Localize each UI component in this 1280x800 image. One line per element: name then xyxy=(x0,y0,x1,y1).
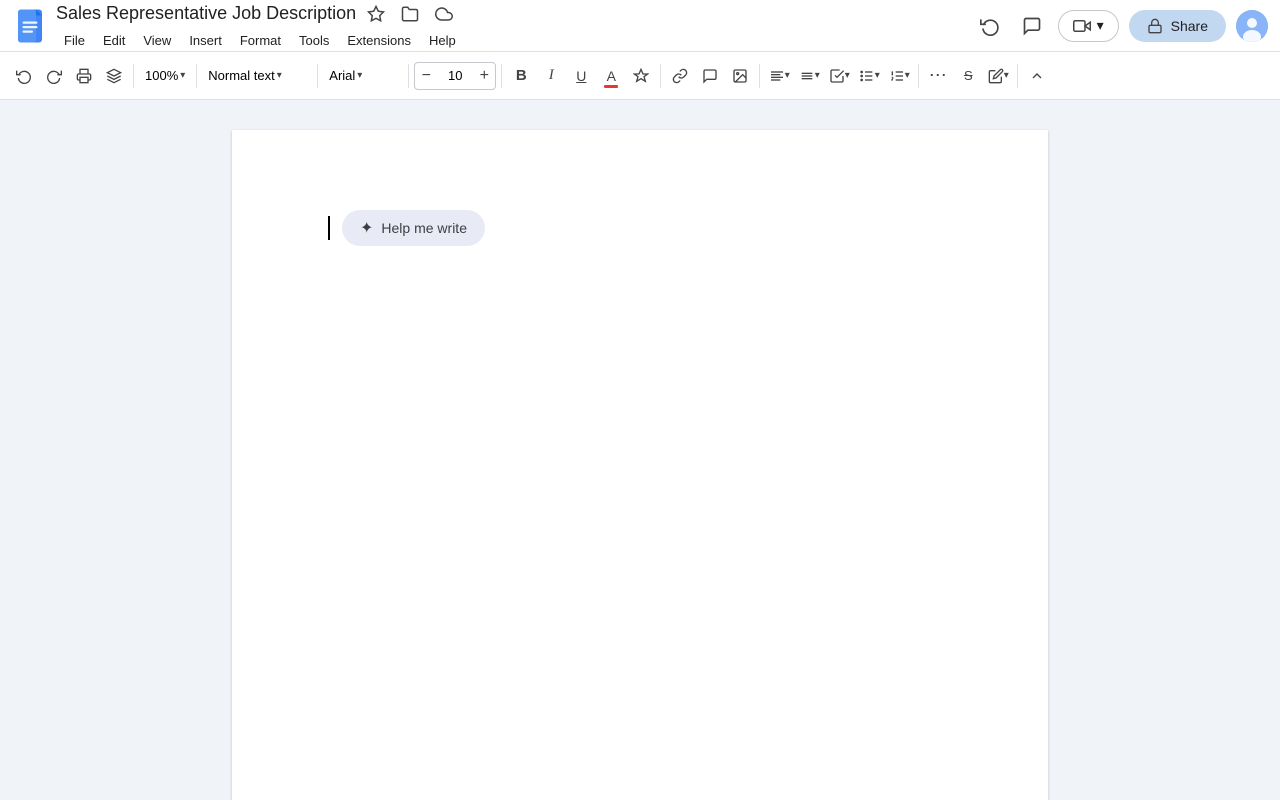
separator-9 xyxy=(1017,64,1018,88)
more-options-button[interactable]: ⋯ xyxy=(924,62,952,90)
text-style-chevron: ▾ xyxy=(277,70,282,81)
text-style-select[interactable]: Normal text ▾ xyxy=(202,66,312,85)
menu-tools[interactable]: Tools xyxy=(291,30,337,51)
checklist-button[interactable]: ▾ xyxy=(825,62,853,90)
text-color-button[interactable]: A xyxy=(597,62,625,90)
bullet-list-button[interactable]: ▾ xyxy=(855,62,883,90)
font-chevron: ▾ xyxy=(357,70,362,81)
underline-button[interactable]: U xyxy=(567,62,595,90)
menu-bar: File Edit View Insert Format Tools Exten… xyxy=(56,30,966,51)
menu-extensions[interactable]: Extensions xyxy=(339,30,419,51)
separator-1 xyxy=(133,64,134,88)
separator-8 xyxy=(918,64,919,88)
font-size-input[interactable] xyxy=(437,68,473,83)
title-right: ▾ Share xyxy=(974,10,1268,42)
print-button[interactable] xyxy=(70,62,98,90)
help-me-write-button[interactable]: ✦ Help me write xyxy=(342,210,485,246)
separator-3 xyxy=(317,64,318,88)
doc-page[interactable]: ✦ Help me write xyxy=(232,130,1048,800)
zoom-value: 100% xyxy=(145,68,178,83)
spellcheck-button[interactable] xyxy=(100,62,128,90)
separator-6 xyxy=(660,64,661,88)
toolbar: 100% ▾ Normal text ▾ Arial ▾ − + B I U A xyxy=(0,52,1280,100)
strikethrough-button[interactable]: S xyxy=(954,62,982,90)
numbered-list-button[interactable]: ▾ xyxy=(885,62,913,90)
cursor-line: ✦ Help me write xyxy=(328,210,952,246)
sparkle-icon: ✦ xyxy=(360,218,373,238)
font-select[interactable]: Arial ▾ xyxy=(323,66,403,85)
title-bar: Sales Representative Job Description xyxy=(0,0,1280,52)
doc-area: ✦ Help me write xyxy=(0,100,1280,800)
bold-button[interactable]: B xyxy=(507,62,535,90)
add-comment-button[interactable] xyxy=(696,62,724,90)
help-me-write-label: Help me write xyxy=(381,220,467,236)
font-size-increase[interactable]: + xyxy=(473,62,495,90)
font-value: Arial xyxy=(329,68,355,83)
menu-help[interactable]: Help xyxy=(421,30,464,51)
title-icons xyxy=(362,0,458,28)
menu-file[interactable]: File xyxy=(56,30,93,51)
alignment-button[interactable]: ▾ xyxy=(765,62,793,90)
share-button[interactable]: Share xyxy=(1129,10,1226,42)
link-button[interactable] xyxy=(666,62,694,90)
separator-7 xyxy=(759,64,760,88)
separator-2 xyxy=(196,64,197,88)
avatar[interactable] xyxy=(1236,10,1268,42)
folder-icon[interactable] xyxy=(396,0,424,28)
highlight-button[interactable] xyxy=(627,62,655,90)
zoom-chevron: ▾ xyxy=(180,70,185,81)
menu-view[interactable]: View xyxy=(135,30,179,51)
text-style-value: Normal text xyxy=(208,68,274,83)
menu-edit[interactable]: Edit xyxy=(95,30,133,51)
cloud-icon[interactable] xyxy=(430,0,458,28)
menu-insert[interactable]: Insert xyxy=(181,30,230,51)
redo-button[interactable] xyxy=(40,62,68,90)
history-icon[interactable] xyxy=(974,10,1006,42)
collapse-toolbar-button[interactable] xyxy=(1023,62,1051,90)
star-icon[interactable] xyxy=(362,0,390,28)
editing-mode-button[interactable]: ▾ xyxy=(984,62,1012,90)
font-size-decrease[interactable]: − xyxy=(415,62,437,90)
separator-5 xyxy=(501,64,502,88)
italic-button[interactable]: I xyxy=(537,62,565,90)
line-spacing-button[interactable]: ▾ xyxy=(795,62,823,90)
text-cursor xyxy=(328,216,330,240)
docs-icon[interactable] xyxy=(12,8,48,44)
menu-format[interactable]: Format xyxy=(232,30,289,51)
comment-icon[interactable] xyxy=(1016,10,1048,42)
font-size-box: − + xyxy=(414,62,496,90)
title-area: Sales Representative Job Description xyxy=(56,0,966,51)
meet-chevron: ▾ xyxy=(1097,17,1104,34)
insert-image-button[interactable] xyxy=(726,62,754,90)
meet-button[interactable]: ▾ xyxy=(1058,10,1119,42)
doc-title[interactable]: Sales Representative Job Description xyxy=(56,2,356,25)
share-label: Share xyxy=(1171,18,1208,34)
undo-button[interactable] xyxy=(10,62,38,90)
zoom-select[interactable]: 100% ▾ xyxy=(139,66,191,85)
separator-4 xyxy=(408,64,409,88)
